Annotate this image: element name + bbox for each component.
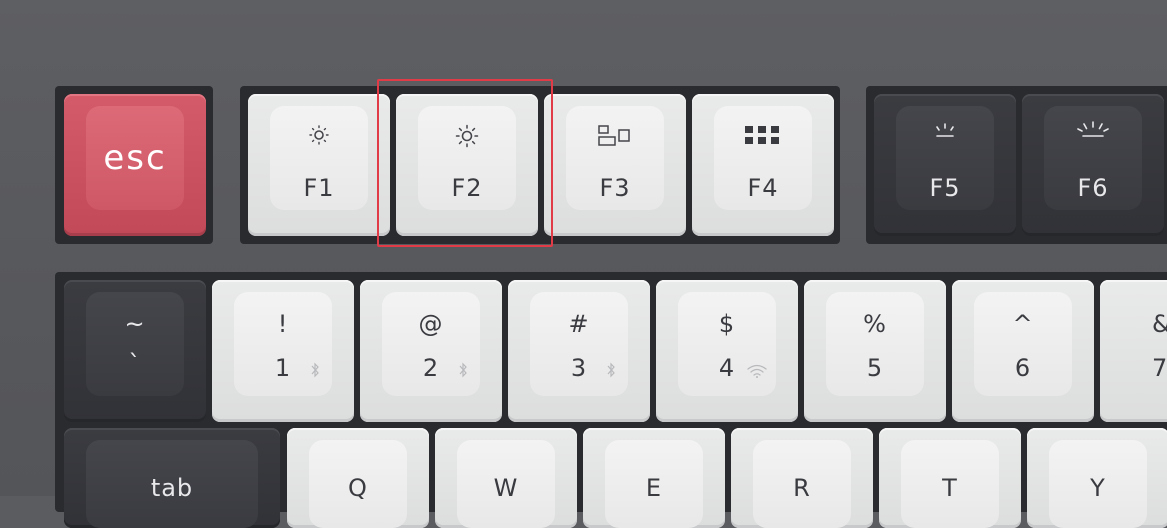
key-5-base-label: 5 bbox=[866, 354, 884, 382]
brightness-down-icon bbox=[248, 124, 390, 150]
backlight-up-icon bbox=[1022, 120, 1164, 146]
key-6[interactable]: ^ 6 bbox=[952, 280, 1094, 422]
key-y[interactable]: Y bbox=[1027, 428, 1167, 528]
esc-key[interactable]: esc bbox=[64, 94, 206, 236]
key-3[interactable]: # 3 bbox=[508, 280, 650, 422]
key-t-label: T bbox=[942, 474, 958, 502]
f2-highlight-box bbox=[377, 79, 553, 247]
key-w-label: W bbox=[493, 474, 519, 502]
bluetooth-icon bbox=[606, 362, 616, 381]
key-6-base-label: 6 bbox=[1014, 354, 1032, 382]
bluetooth-icon bbox=[458, 362, 468, 381]
key-7-base-label: 7 bbox=[1152, 354, 1167, 382]
f5-key-label: F5 bbox=[929, 174, 961, 202]
f1-key[interactable]: F1 bbox=[248, 94, 390, 236]
key-4[interactable]: $ 4 bbox=[656, 280, 798, 422]
tilde-shift-label: ~ bbox=[124, 310, 146, 338]
key-2[interactable]: @ 2 bbox=[360, 280, 502, 422]
key-q-label: Q bbox=[348, 474, 368, 502]
key-t[interactable]: T bbox=[879, 428, 1021, 528]
task-view-icon bbox=[544, 124, 686, 152]
key-r-label: R bbox=[793, 474, 811, 502]
backlight-down-icon bbox=[874, 122, 1016, 146]
bluetooth-icon bbox=[310, 362, 320, 381]
key-3-base-label: 3 bbox=[570, 354, 588, 382]
esc-key-label: esc bbox=[103, 138, 167, 178]
key-5[interactable]: % 5 bbox=[804, 280, 946, 422]
wireless-icon bbox=[746, 364, 768, 381]
key-y-label: Y bbox=[1090, 474, 1106, 502]
key-5-shift-label: % bbox=[863, 310, 887, 338]
key-3-shift-label: # bbox=[568, 310, 590, 338]
key-q[interactable]: Q bbox=[287, 428, 429, 528]
key-7-shift-label: & bbox=[1152, 310, 1167, 338]
f3-key-label: F3 bbox=[599, 174, 631, 202]
key-e[interactable]: E bbox=[583, 428, 725, 528]
key-1[interactable]: ! 1 bbox=[212, 280, 354, 422]
key-2-shift-label: @ bbox=[418, 310, 444, 338]
f5-key[interactable]: F5 bbox=[874, 94, 1016, 236]
f4-key-label: F4 bbox=[747, 174, 779, 202]
tab-key-label: tab bbox=[150, 474, 194, 502]
key-1-shift-label: ! bbox=[277, 310, 289, 338]
f6-key[interactable]: F6 bbox=[1022, 94, 1164, 236]
app-grid-icon bbox=[692, 124, 834, 150]
key-r[interactable]: R bbox=[731, 428, 873, 528]
f4-key[interactable]: F4 bbox=[692, 94, 834, 236]
tilde-base-label: ` bbox=[128, 350, 142, 378]
keyboard-photo: esc F1 F2 F3 F4 F5 F6 ~ ` ! 1 @ 2 # 3 $ … bbox=[0, 0, 1167, 528]
key-7[interactable]: & 7 bbox=[1100, 280, 1167, 422]
tab-key[interactable]: tab bbox=[64, 428, 280, 528]
tilde-key[interactable]: ~ ` bbox=[64, 280, 206, 422]
key-4-shift-label: $ bbox=[718, 310, 736, 338]
key-4-base-label: 4 bbox=[718, 354, 736, 382]
f3-key[interactable]: F3 bbox=[544, 94, 686, 236]
key-6-shift-label: ^ bbox=[1012, 310, 1034, 338]
key-2-base-label: 2 bbox=[422, 354, 440, 382]
f6-key-label: F6 bbox=[1077, 174, 1109, 202]
key-1-base-label: 1 bbox=[274, 354, 292, 382]
key-w[interactable]: W bbox=[435, 428, 577, 528]
key-e-label: E bbox=[645, 474, 663, 502]
f1-key-label: F1 bbox=[303, 174, 335, 202]
